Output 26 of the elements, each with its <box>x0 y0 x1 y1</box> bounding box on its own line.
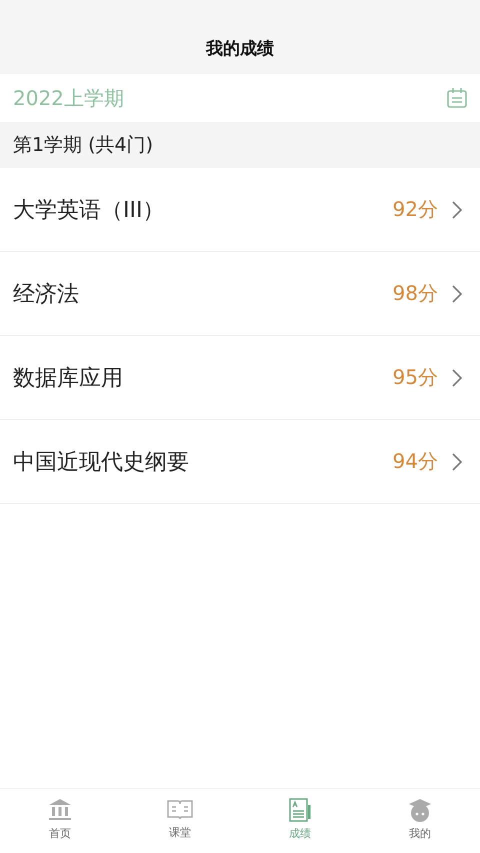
student-avatar-icon <box>407 797 433 823</box>
report-icon <box>288 797 312 823</box>
course-score: 92分 <box>392 196 438 223</box>
course-score: 98分 <box>392 280 438 307</box>
course-name: 经济法 <box>13 280 80 308</box>
tab-item[interactable]: 首页 <box>0 789 120 849</box>
course-score: 95分 <box>392 364 438 391</box>
course-row[interactable]: 中国近现代史纲要 94分 <box>0 420 480 504</box>
course-row[interactable]: 数据库应用 95分 <box>0 336 480 420</box>
tab-item[interactable]: 我的 <box>360 789 480 849</box>
course-name: 数据库应用 <box>13 364 124 392</box>
chevron-right-icon <box>452 452 462 470</box>
chevron-right-icon <box>452 284 462 302</box>
tab-item[interactable]: 课堂 <box>120 789 240 849</box>
bank-icon <box>47 797 73 823</box>
course-score: 94分 <box>392 448 438 475</box>
course-row[interactable]: 经济法 98分 <box>0 252 480 336</box>
book-icon <box>166 798 194 822</box>
chevron-right-icon <box>452 200 462 218</box>
calendar-icon[interactable] <box>446 87 468 109</box>
course-name: 大学英语（III） <box>13 196 166 224</box>
chevron-right-icon <box>452 368 462 386</box>
course-name: 中国近现代史纲要 <box>13 448 190 476</box>
semester-label: 第1学期 (共4门) <box>13 133 154 158</box>
page-title: 我的成绩 <box>206 38 274 60</box>
course-row[interactable]: 大学英语（III） 92分 <box>0 168 480 252</box>
